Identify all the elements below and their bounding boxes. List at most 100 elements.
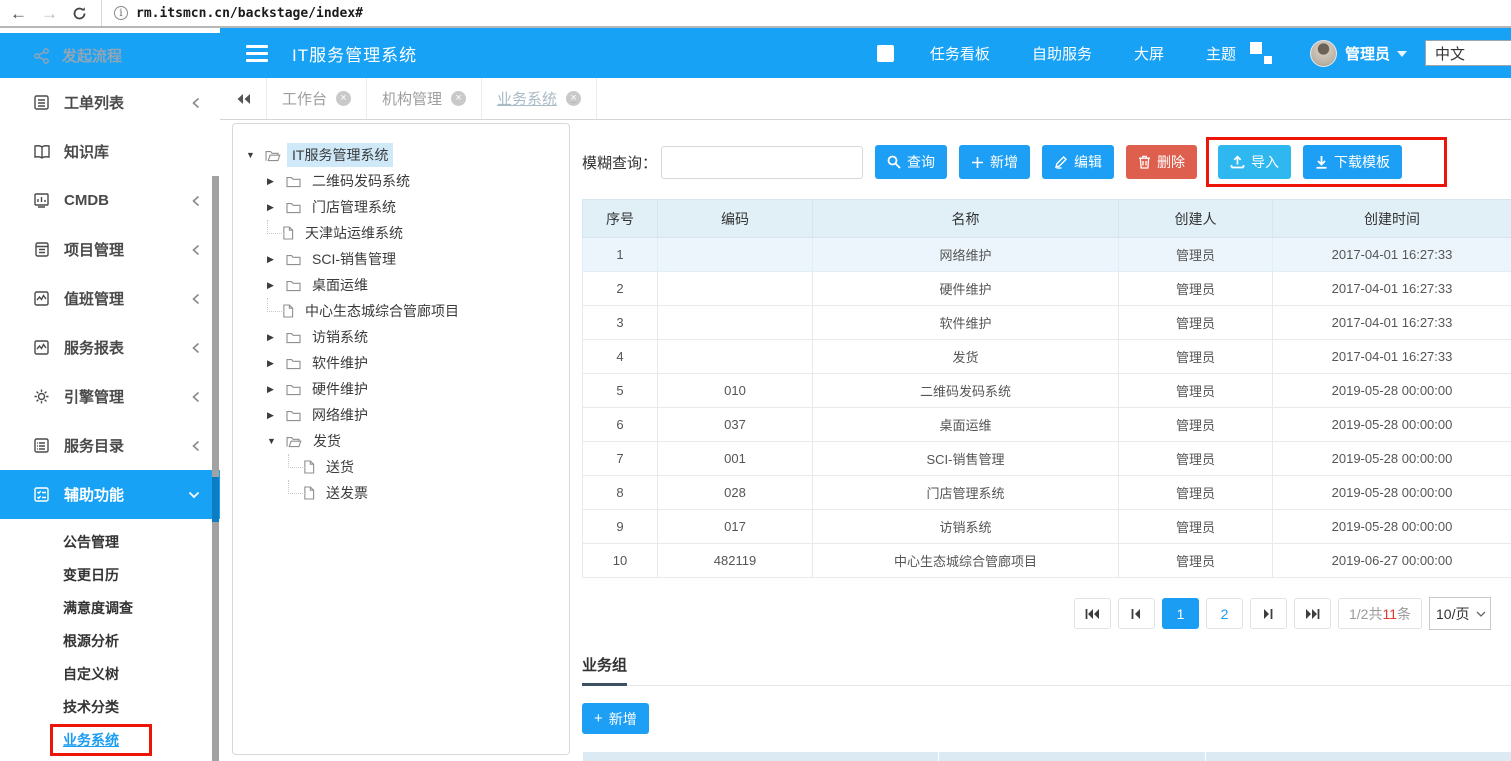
tree-node[interactable]: ▶ 桌面运维 xyxy=(233,272,569,298)
import-button[interactable]: 导入 xyxy=(1218,145,1291,179)
tree-node-label[interactable]: 送货 xyxy=(321,455,359,479)
tree-node[interactable]: ▼ IT服务管理系统 xyxy=(233,142,569,168)
table-row[interactable]: 2硬件维护管理员2017-04-01 16:27:33 xyxy=(583,272,1511,306)
avatar[interactable] xyxy=(1310,40,1337,67)
tab-business-system[interactable]: 业务系统 × xyxy=(482,78,597,119)
tree-node-label[interactable]: 发货 xyxy=(308,429,346,453)
table-row[interactable]: 8028门店管理系统管理员2019-05-28 00:00:00 xyxy=(583,476,1511,510)
pagination-last-button[interactable] xyxy=(1294,598,1331,629)
tree-expand-arrow[interactable]: ▶ xyxy=(267,202,284,213)
tree-node[interactable]: 天津站运维系统 xyxy=(233,220,569,246)
tree-node-label[interactable]: 访销系统 xyxy=(307,325,373,349)
table-row[interactable]: 3软件维护管理员2017-04-01 16:27:33 xyxy=(583,306,1511,340)
table-row[interactable]: 7001SCI-销售管理管理员2019-05-28 00:00:00 xyxy=(583,442,1511,476)
table-row[interactable]: 1网络维护管理员2017-04-01 16:27:33 xyxy=(583,238,1511,272)
username-label[interactable]: 管理员 xyxy=(1345,43,1390,64)
sidebar-item-service-report[interactable]: 服务报表 xyxy=(0,323,220,372)
table-row[interactable]: 10482119中心生态城综合管廊项目管理员2019-06-27 00:00:0… xyxy=(583,544,1511,578)
tree-expand-arrow[interactable]: ▶ xyxy=(267,410,284,421)
tree-node[interactable]: ▶ 网络维护 xyxy=(233,402,569,428)
header-nav-task-board[interactable]: 任务看板 xyxy=(930,43,990,64)
pagination-prev-button[interactable] xyxy=(1118,598,1155,629)
group-add-button[interactable]: + 新增 xyxy=(582,703,649,734)
pagination-first-button[interactable] xyxy=(1074,598,1111,629)
tree-node[interactable]: ▶ 软件维护 xyxy=(233,350,569,376)
tree-node-label[interactable]: 天津站运维系统 xyxy=(300,221,408,245)
tree-expand-arrow[interactable]: ▶ xyxy=(267,358,284,369)
table-row[interactable]: 5010二维码发码系统管理员2019-05-28 00:00:00 xyxy=(583,374,1511,408)
tree-node[interactable]: 中心生态城综合管廊项目 xyxy=(233,298,569,324)
tab-close-icon[interactable]: × xyxy=(566,91,581,106)
language-select[interactable]: 中文 xyxy=(1425,40,1511,66)
pagination-page-2[interactable]: 2 xyxy=(1206,598,1243,629)
delete-button[interactable]: 删除 xyxy=(1126,145,1197,179)
tree-node[interactable]: ▶ 二维码发码系统 xyxy=(233,168,569,194)
tree-node-label[interactable]: 桌面运维 xyxy=(307,273,373,297)
tree-node[interactable]: ▶ 硬件维护 xyxy=(233,376,569,402)
sidebar-scrollbar[interactable] xyxy=(212,176,219,761)
tree-node[interactable]: 送货 xyxy=(233,454,569,480)
table-row[interactable]: 4发货管理员2017-04-01 16:27:33 xyxy=(583,340,1511,374)
tab-close-icon[interactable]: × xyxy=(336,91,351,106)
tree-node-label[interactable]: 硬件维护 xyxy=(307,377,373,401)
launch-process-button[interactable]: 发起流程 xyxy=(0,33,220,78)
tree-node-label[interactable]: 软件维护 xyxy=(307,351,373,375)
tree-node-label[interactable]: 门店管理系统 xyxy=(307,195,401,219)
tree-expand-arrow[interactable]: ▶ xyxy=(267,384,284,395)
header-nav-self-service[interactable]: 自助服务 xyxy=(1032,43,1092,64)
user-dropdown-caret-icon[interactable] xyxy=(1397,51,1407,57)
tree-node[interactable]: ▼ 发货 xyxy=(233,428,569,454)
sidebar-item-project-mgmt[interactable]: 项目管理 xyxy=(0,225,220,274)
query-button[interactable]: 查询 xyxy=(875,145,947,179)
page-size-select[interactable]: 10/页 xyxy=(1429,597,1491,630)
tree-node-label[interactable]: 网络维护 xyxy=(307,403,373,427)
sidebar-subitem-satisfaction-survey[interactable]: 满意度调查 xyxy=(0,591,220,624)
download-template-button[interactable]: 下载模板 xyxy=(1303,145,1402,179)
tree-node-label[interactable]: IT服务管理系统 xyxy=(287,143,393,167)
tree-collapse-arrow[interactable]: ▼ xyxy=(246,150,263,160)
fuzzy-search-input[interactable] xyxy=(661,146,863,179)
browser-back-button[interactable]: ← xyxy=(10,5,27,22)
sidebar-item-cmdb[interactable]: CMDB xyxy=(0,176,220,225)
tree-expand-arrow[interactable]: ▶ xyxy=(267,176,284,187)
edit-button[interactable]: 编辑 xyxy=(1042,145,1114,179)
tab-close-icon[interactable]: × xyxy=(451,91,466,106)
tree-expand-arrow[interactable]: ▶ xyxy=(267,332,284,343)
sidebar-subitem-business-system[interactable]: 业务系统 xyxy=(0,723,220,756)
add-button[interactable]: 新增 xyxy=(959,145,1030,179)
header-nav-theme[interactable]: 主题 xyxy=(1206,43,1236,64)
sidebar-item-knowledge-base[interactable]: 知识库 xyxy=(0,127,220,176)
page-info-icon[interactable]: i xyxy=(114,6,128,20)
tree-node[interactable]: ▶ SCI-销售管理 xyxy=(233,246,569,272)
tree-node-label[interactable]: 送发票 xyxy=(321,481,373,505)
sidebar-subitem-custom-tree[interactable]: 自定义树 xyxy=(0,657,220,690)
tree-collapse-arrow[interactable]: ▼ xyxy=(267,436,284,446)
address-bar[interactable]: i rm.itsmcn.cn/backstage/index# xyxy=(101,0,363,26)
kanban-board-icon[interactable] xyxy=(877,45,894,62)
tab-org-mgmt[interactable]: 机构管理 × xyxy=(367,78,482,119)
hamburger-menu-icon[interactable] xyxy=(246,45,268,62)
tab-workbench[interactable]: 工作台 × xyxy=(266,78,367,119)
tree-expand-arrow[interactable]: ▶ xyxy=(267,280,284,291)
tree-node-label[interactable]: 二维码发码系统 xyxy=(307,169,415,193)
sidebar-item-work-order-list[interactable]: 工单列表 xyxy=(0,78,220,127)
collapse-tabs-icon[interactable] xyxy=(220,78,266,119)
sidebar-subitem-change-calendar[interactable]: 变更日历 xyxy=(0,558,220,591)
pagination-next-button[interactable] xyxy=(1250,598,1287,629)
sidebar-subitem-tech-category[interactable]: 技术分类 xyxy=(0,690,220,723)
header-nav-big-screen[interactable]: 大屏 xyxy=(1134,43,1164,64)
pagination-page-1[interactable]: 1 xyxy=(1162,598,1199,629)
tree-node-label[interactable]: SCI-销售管理 xyxy=(307,247,401,271)
sidebar-item-duty-mgmt[interactable]: 值班管理 xyxy=(0,274,220,323)
theme-switcher-icon[interactable] xyxy=(1250,42,1272,64)
sidebar-item-service-catalog[interactable]: 服务目录 xyxy=(0,421,220,470)
sidebar-item-aux-functions[interactable]: 辅助功能 xyxy=(0,470,220,519)
tree-expand-arrow[interactable]: ▶ xyxy=(267,254,284,265)
browser-reload-button[interactable] xyxy=(72,6,87,21)
tree-node-label[interactable]: 中心生态城综合管廊项目 xyxy=(300,299,464,323)
tree-node[interactable]: ▶ 访销系统 xyxy=(233,324,569,350)
sidebar-item-engine-mgmt[interactable]: 引擎管理 xyxy=(0,372,220,421)
table-row[interactable]: 9017访销系统管理员2019-05-28 00:00:00 xyxy=(583,510,1511,544)
sidebar-subitem-announcement-mgmt[interactable]: 公告管理 xyxy=(0,525,220,558)
table-row[interactable]: 6037桌面运维管理员2019-05-28 00:00:00 xyxy=(583,408,1511,442)
